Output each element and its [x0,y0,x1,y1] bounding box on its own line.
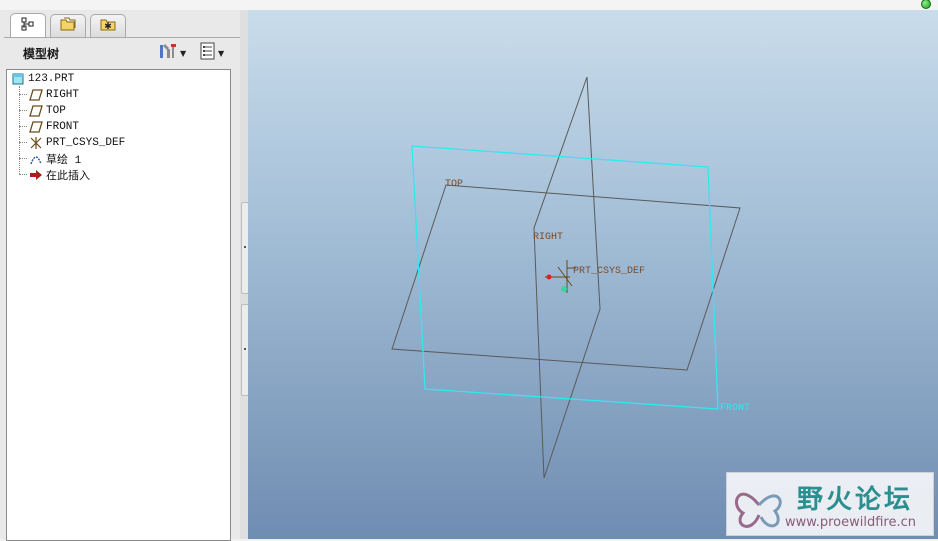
panel-sash[interactable] [240,10,249,539]
grip-dot [244,246,246,248]
csys-origin-red-dot [546,274,552,280]
csys-label[interactable]: PRT_CSYS_DEF [573,266,645,277]
tree-item-label: RIGHT [46,89,80,101]
tree-node-label: 123.PRT [28,73,75,85]
tree-item-label: FRONT [46,121,80,133]
folder-browser-icon [59,16,77,36]
tree-item-insert-here[interactable]: 在此插入 [29,167,90,183]
coordinate-system-icon [29,136,43,150]
watermark-title: 野火论坛 [797,485,914,515]
tab-folder-browser[interactable] [50,14,86,37]
tree-item-front[interactable]: FRONT [29,119,79,135]
tree-columns-icon [200,42,216,64]
tab-favorites[interactable]: ✱ [90,14,126,37]
right-plane-label[interactable]: RIGHT [533,232,563,243]
tree-item-label: 在此插入 [46,171,90,183]
chevron-down-icon: ▼ [180,48,187,58]
navigator-panel: ✱ 模型树 ▼ ▼ 123.PRT RIGHT TOP FRONT PRT_CS… [0,10,240,541]
panel-header: 模型树 ▼ ▼ [6,42,234,66]
tree-settings-icon [158,42,178,64]
tree-settings-button[interactable]: ▼ [158,43,186,63]
top-plane-label[interactable]: TOP [445,179,463,190]
chevron-down-icon: ▼ [218,48,225,58]
coordinate-system-glyph[interactable] [545,260,576,293]
model-tree-icon [21,16,35,35]
tree-connector [19,110,27,111]
tree-item-csys[interactable]: PRT_CSYS_DEF [29,135,125,151]
front-plane-label[interactable]: FRONT [720,403,750,414]
tree-item-right[interactable]: RIGHT [29,87,79,103]
tree-root-node[interactable]: 123.PRT [11,71,74,87]
datum-plane-icon [29,120,43,134]
tree-item-sketch[interactable]: 草绘 1 [29,151,81,167]
csys-origin-green-dot [561,286,567,292]
graphics-viewport[interactable]: TOP RIGHT PRT_CSYS_DEF FRONT 野火论坛 www.pr… [248,10,938,539]
tree-item-label: TOP [46,105,66,117]
tree-connector [19,126,27,127]
tree-connector [19,94,27,95]
watermark-url: www.proewildfire.cn [785,515,916,530]
status-indicator-icon [921,0,931,9]
tree-item-label: PRT_CSYS_DEF [46,137,126,149]
tree-connector [19,86,20,174]
tab-model-tree[interactable] [10,13,46,37]
tree-item-top[interactable]: TOP [29,103,66,119]
svg-text:✱: ✱ [104,22,112,32]
sketch-icon [29,152,43,166]
datum-plane-icon [29,104,43,118]
datum-graphics: TOP RIGHT PRT_CSYS_DEF FRONT [391,76,750,479]
tree-connector [19,142,27,143]
tree-connector [19,174,27,175]
tree-columns-button[interactable]: ▼ [200,42,225,64]
butterfly-logo-icon [734,492,782,528]
insert-here-arrow-icon [29,168,43,182]
tree-item-label: 草绘 1 [46,155,82,167]
tab-divider [4,37,240,38]
datum-plane-icon [29,88,43,102]
part-icon [11,72,25,86]
navigator-tabs: ✱ [4,12,240,38]
favorites-icon: ✱ [99,16,117,36]
forum-watermark: 野火论坛 www.proewildfire.cn [726,472,934,536]
model-tree: 123.PRT RIGHT TOP FRONT PRT_CSYS_DEF 草绘 … [6,69,231,541]
panel-title: 模型树 [23,47,60,61]
tree-connector [19,158,27,159]
grip-dot [244,348,246,350]
